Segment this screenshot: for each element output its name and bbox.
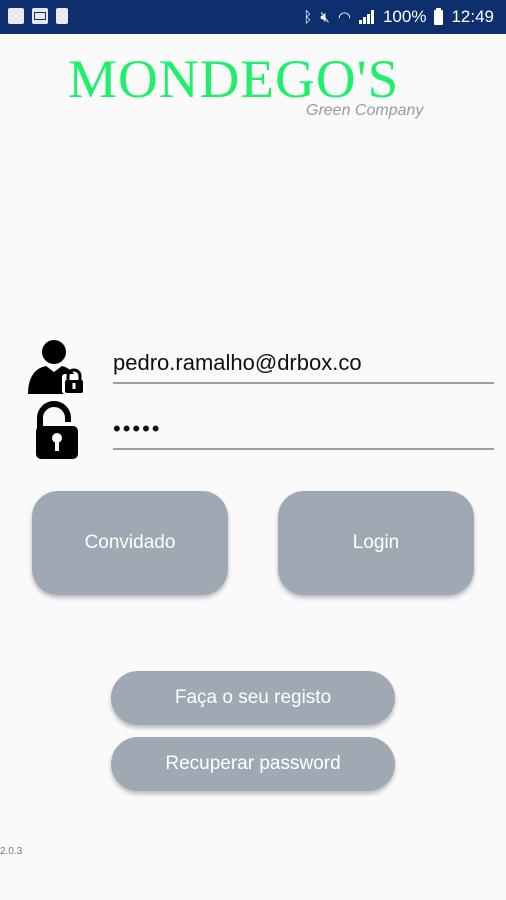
battery-percent: 100% bbox=[382, 7, 427, 26]
guest-button[interactable]: Convidado bbox=[32, 491, 228, 595]
user-lock-icon bbox=[28, 340, 86, 394]
wifi-icon: ◠ bbox=[337, 8, 351, 26]
brand-logo: MONDEGO'S Green Company bbox=[0, 44, 506, 124]
app-version: 2.0.3 bbox=[0, 846, 23, 857]
recover-password-button[interactable]: Recuperar password bbox=[111, 737, 395, 791]
register-button[interactable]: Faça o seu registo bbox=[111, 671, 395, 725]
sim-card-icon bbox=[56, 8, 68, 24]
logo-title: MONDEGO'S bbox=[68, 49, 400, 109]
mail-icon bbox=[32, 8, 48, 24]
notification-icons bbox=[8, 8, 68, 24]
clock: 12:49 bbox=[451, 7, 494, 26]
battery-icon bbox=[434, 7, 444, 25]
outlook-icon bbox=[8, 8, 24, 24]
username-row bbox=[26, 336, 496, 398]
system-icons: ᛒ 🔇︎ ◠ 100% 12:49 bbox=[303, 6, 494, 28]
login-button[interactable]: Login bbox=[278, 491, 474, 595]
password-row bbox=[26, 400, 496, 462]
unlocked-padlock-icon bbox=[36, 401, 78, 459]
bluetooth-icon: ᛒ bbox=[303, 8, 313, 26]
logo-subtitle: Green Company bbox=[306, 102, 424, 119]
mute-icon: 🔇︎ bbox=[320, 8, 330, 26]
status-bar: ᛒ 🔇︎ ◠ 100% 12:49 bbox=[0, 0, 506, 34]
signal-icon bbox=[358, 10, 375, 24]
password-field[interactable] bbox=[113, 416, 494, 450]
username-field[interactable] bbox=[113, 350, 494, 384]
